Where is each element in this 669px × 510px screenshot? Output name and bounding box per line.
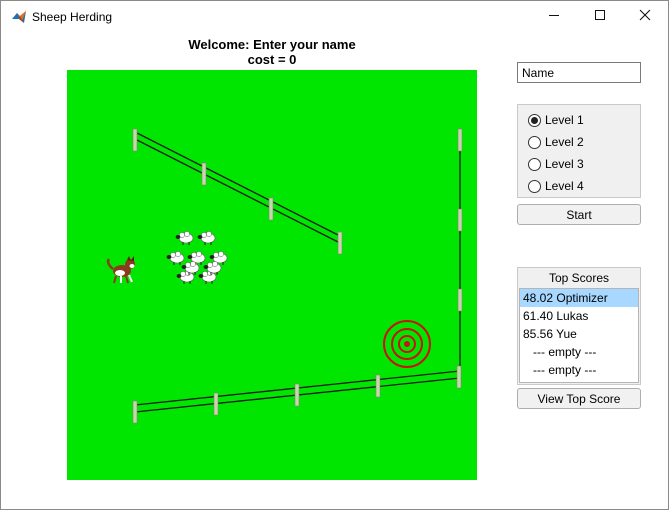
fence-post <box>457 128 463 152</box>
radio-indicator <box>528 157 541 171</box>
close-icon <box>639 9 651 24</box>
maximize-button[interactable] <box>577 1 623 32</box>
top-scores-list[interactable]: 48.02 Optimizer 61.40 Lukas 85.56 Yue --… <box>519 288 639 383</box>
window-title: Sheep Herding <box>32 10 113 24</box>
score-list-item[interactable]: 61.40 Lukas <box>520 307 638 325</box>
fence-post <box>213 392 219 416</box>
fence-post <box>294 383 300 407</box>
cost-display: cost = 0 <box>247 52 297 67</box>
top-scores-title: Top Scores <box>548 271 610 285</box>
score-list-item[interactable]: 48.02 Optimizer <box>520 289 638 307</box>
radio-level-1[interactable]: Level 1 <box>528 111 584 129</box>
fence-post <box>457 208 463 232</box>
start-button[interactable]: Start <box>517 204 641 225</box>
radio-indicator <box>528 135 541 149</box>
title-bar: Sheep Herding <box>1 1 668 32</box>
radio-label: Level 1 <box>545 113 584 127</box>
fence-post <box>375 374 381 398</box>
fence-post <box>268 197 274 221</box>
score-list-item[interactable]: --- empty --- <box>520 343 638 361</box>
radio-indicator <box>528 179 541 193</box>
view-top-score-button[interactable]: View Top Score <box>517 388 641 409</box>
fence-post <box>132 128 138 152</box>
fence-post <box>201 162 207 186</box>
name-field[interactable] <box>517 62 641 83</box>
maximize-icon <box>594 9 606 24</box>
fence-post <box>337 231 343 255</box>
app-window: Sheep Herding Welcome: Enter your name c… <box>0 0 669 510</box>
fence-post <box>456 365 462 389</box>
radio-label: Level 3 <box>545 157 584 171</box>
radio-label: Level 4 <box>545 179 584 193</box>
fence-post <box>132 400 138 424</box>
matlab-icon <box>11 10 27 24</box>
radio-level-3[interactable]: Level 3 <box>528 155 584 173</box>
minimize-icon <box>548 9 560 24</box>
level-button-group: Level 1 Level 2 Level 3 Level 4 <box>517 104 641 198</box>
radio-selected-dot <box>531 116 538 124</box>
figure-content: Welcome: Enter your name cost = 0 Name L… <box>1 32 668 509</box>
radio-indicator <box>528 113 541 127</box>
top-scores-panel: Top Scores 48.02 Optimizer 61.40 Lukas 8… <box>517 267 641 385</box>
fence-post <box>457 288 463 312</box>
radio-level-4[interactable]: Level 4 <box>528 177 584 195</box>
radio-level-2[interactable]: Level 2 <box>528 133 584 151</box>
radio-label: Level 2 <box>545 135 584 149</box>
minimize-button[interactable] <box>531 1 577 32</box>
close-button[interactable] <box>622 1 668 32</box>
herding-field[interactable] <box>67 70 477 480</box>
score-list-item[interactable]: --- empty --- <box>520 361 638 379</box>
score-list-item[interactable]: 85.56 Yue <box>520 325 638 343</box>
welcome-heading: Welcome: Enter your name <box>188 37 356 52</box>
